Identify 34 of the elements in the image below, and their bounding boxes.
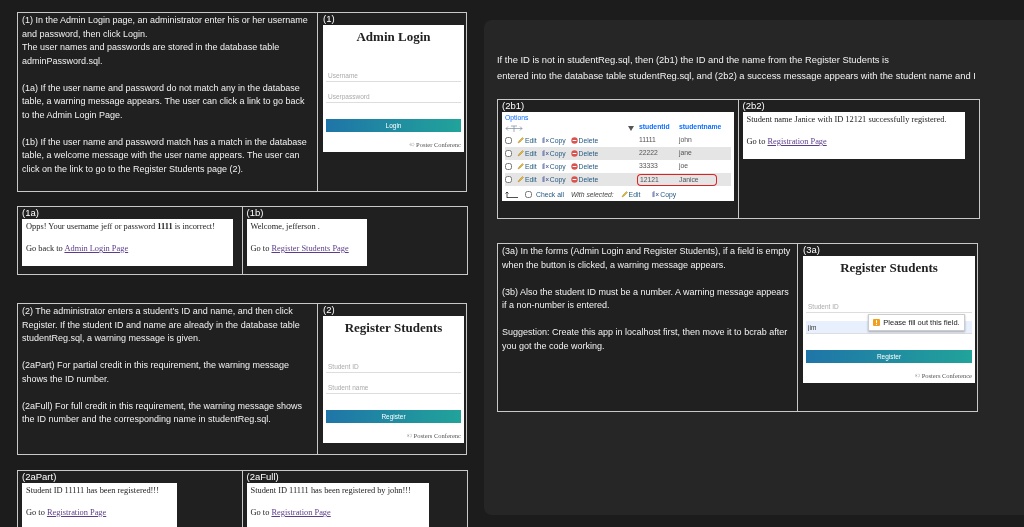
form-title: Admin Login	[355, 29, 432, 45]
link-sentence: Go to Registration Page	[26, 507, 108, 518]
link-sentence: Go back to Admin Login Page	[26, 243, 130, 254]
figure-label: (1a)	[22, 207, 40, 219]
description-text: (2) The administrator enters a student’s ID and name, and then click Register. If the student ID and name are already in the database table studentReg.sql, a warning message is given.	[22, 305, 301, 345]
figure-label: (2aPart)	[22, 471, 58, 483]
figure-label: (2b2)	[742, 100, 766, 112]
figure-label: (1)	[323, 13, 336, 25]
figure-label: (2aFull)	[246, 471, 280, 483]
figure-label: (2b1)	[502, 100, 526, 112]
figure-label: (2)	[323, 304, 336, 316]
message-text: Student ID 11111 has been registered!!!	[26, 485, 159, 496]
figure-label: (1b)	[246, 207, 265, 219]
description-text: (2aPart) For partial credit in this requirement, the warning message shows the ID number.	[22, 359, 291, 386]
message-text: Opps! Your username jeff or password 1111 is incorrect!	[26, 221, 215, 232]
intro-text: entered into the database table studentReg.sql, and (2b2) a success message appears with the student name and I	[497, 69, 976, 83]
description-text: (3b) Also the student ID must be a number. A warning message appears if a non-number is entered.	[502, 285, 790, 312]
link-sentence: Go to Registration Page	[250, 507, 332, 518]
description-text: (1b) If the user name and password match has a match in the database table, a welcome message with the user name appears. The user can click on the link to go to the Register Students page (2).	[22, 135, 308, 176]
link-sentence: Go to Registration Page	[746, 136, 828, 147]
link-sentence: Go to Register Students Page	[250, 243, 349, 254]
description-text: (1a) If the user name and password do not match any in the database table, a warning message appears. The user can click a link to go back to the Admin Login Page.	[22, 81, 306, 122]
description-text: (2aFull) For full credit in this requirement, the warning message shows the ID number and the corresponding name in studentReg.sql.	[22, 399, 304, 426]
message-text: Student name Janice with ID 12121 successfully registered.	[746, 114, 947, 125]
description-text: (3a) In the forms (Admin Login and Register Students), if a field is empty when the button is clicked, a warning message appears.	[502, 245, 792, 272]
form-title: Register Students	[343, 320, 444, 336]
description-text: (1) In the Admin Login page, an administrator enter his or her username and password, then click Login.	[22, 14, 309, 41]
description-text: The user names and passwords are stored in the database table adminPassword.sql.	[22, 41, 281, 68]
figure-label: (3a)	[803, 244, 821, 256]
message-text: Student ID 11111 has been registered by john!!!	[250, 485, 411, 496]
message-text: Welcome, jefferson .	[250, 221, 321, 232]
form-title: Register Students	[839, 260, 939, 276]
description-text: Suggestion: Create this app in localhost first, then move it to bcrab after you got the code working.	[502, 326, 789, 353]
intro-text: If the ID is not in studentReg.sql, then (2b1) the ID and the name from the Register Students is	[497, 53, 889, 67]
